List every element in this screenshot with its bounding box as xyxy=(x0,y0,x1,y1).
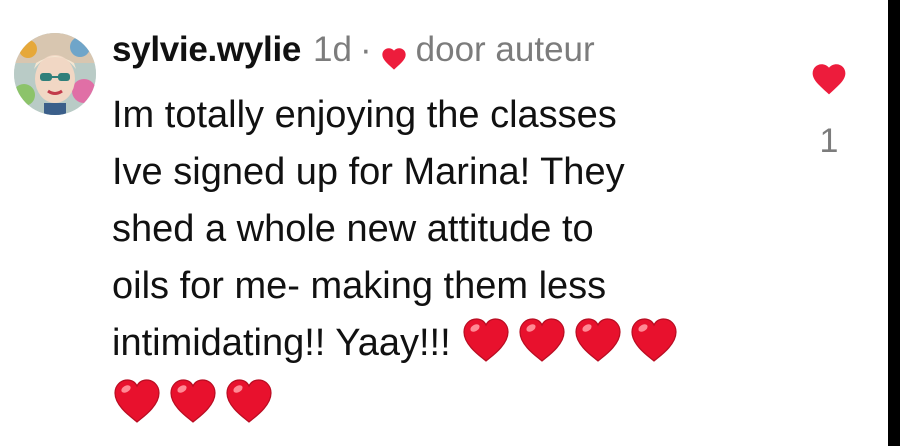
comment-text-segment: intimidating!! Yaay!!! xyxy=(112,322,451,364)
comment-text-line: Im totally enjoying the classes xyxy=(112,94,617,136)
comment-text-line: shed a whole new attitude to xyxy=(112,208,594,250)
like-count[interactable]: 1 xyxy=(806,122,852,161)
red-heart-emoji: ❤️ xyxy=(224,378,274,424)
comment-text-line: Ive signed up for Marina! They xyxy=(112,151,625,193)
comment-text: Im totally enjoying the classes Ive sign… xyxy=(112,87,752,433)
red-heart-emoji: ❤️ xyxy=(517,317,567,363)
comment: sylvie.wylie 1d · door auteur Im totally… xyxy=(112,30,772,433)
red-heart-emoji: ❤️ xyxy=(461,317,511,363)
red-heart-emoji: ❤️ xyxy=(573,317,623,363)
comment-time: 1d xyxy=(313,30,352,69)
trailing-emoji-group: ❤️❤️❤️ xyxy=(112,372,752,433)
comment-text-line: oils for me- making them less xyxy=(112,265,607,307)
username-link[interactable]: sylvie.wylie xyxy=(112,30,301,70)
comment-screen: sylvie.wylie 1d · door auteur Im totally… xyxy=(0,0,900,446)
inline-emoji-group: ❤️❤️❤️❤️ xyxy=(461,318,685,364)
liked-by-author-label: door auteur xyxy=(415,30,595,69)
avatar[interactable] xyxy=(14,33,96,115)
heart-filled-icon[interactable] xyxy=(809,60,849,96)
comment-text-line: intimidating!! Yaay!!! ❤️❤️❤️❤️ xyxy=(112,315,752,372)
heart-filled-icon xyxy=(381,48,406,70)
red-heart-emoji: ❤️ xyxy=(112,378,162,424)
screen-edge xyxy=(888,0,900,446)
comment-meta: sylvie.wylie 1d · door auteur xyxy=(112,30,772,82)
like-column: 1 xyxy=(806,60,852,161)
meta-separator: · xyxy=(359,30,372,69)
red-heart-emoji: ❤️ xyxy=(629,317,679,363)
red-heart-emoji: ❤️ xyxy=(168,378,218,424)
avatar-image xyxy=(14,33,96,115)
